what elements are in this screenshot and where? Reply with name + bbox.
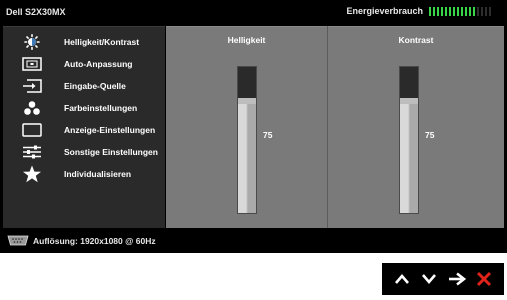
menu-item-brightness-contrast[interactable]: Helligkeit/Kontrast [3,31,165,53]
input-source-icon [21,78,43,94]
status-bar: Auflösung: 1920x1080 @ 60Hz [0,228,507,253]
slider-fill [238,103,256,213]
energy-meter-segment [433,6,435,16]
menu-item-display-settings[interactable]: Anzeige-Einstellungen [3,119,165,141]
contrast-title: Kontrast [398,35,434,45]
up-arrow-icon[interactable] [391,268,413,290]
osd-menu: Helligkeit/Kontrast Auto-Anpassung Einga… [3,26,165,228]
menu-item-other-settings[interactable]: Sonstige Einstellungen [3,141,165,163]
menu-label: Farbeinstellungen [64,103,138,113]
top-bar: Dell S2X30MX Energieverbrauch [0,0,507,26]
contrast-value: 75 [425,130,435,140]
menu-label: Individualisieren [64,169,132,179]
right-arrow-icon[interactable] [446,268,468,290]
other-settings-icon [21,144,43,160]
monitor-osd: Dell S2X30MX Energieverbrauch Helligkeit… [0,0,507,253]
menu-label: Anzeige-Einstellungen [64,125,156,135]
energy-meter-segment [449,6,451,16]
energy-meter-segment [457,6,459,16]
slider-fill [400,103,418,213]
menu-label: Helligkeit/Kontrast [64,37,140,47]
down-arrow-icon[interactable] [418,268,440,290]
menu-item-auto-adjust[interactable]: Auto-Anpassung [3,53,165,75]
contrast-slider[interactable] [399,66,419,214]
energy-meter-segment [445,6,447,16]
vga-connector-icon [7,235,29,247]
close-icon[interactable] [473,268,495,290]
menu-label: Sonstige Einstellungen [64,147,158,157]
brightness-icon [21,34,43,50]
brightness-slider[interactable] [237,66,257,214]
brightness-panel: Helligkeit 75 [166,26,327,228]
menu-item-input-source[interactable]: Eingabe-Quelle [3,75,165,97]
auto-adjust-icon [21,56,43,72]
energy-meter-segment [481,6,483,16]
energy-meter-segment [429,6,431,16]
display-settings-icon [21,122,43,138]
contrast-panel: Kontrast 75 [328,26,504,228]
energy-meter-segment [489,6,491,16]
brightness-value: 75 [263,130,273,140]
monitor-model: Dell S2X30MX [6,7,66,17]
menu-item-personalize[interactable]: Individualisieren [3,163,165,185]
energy-meter-segment [469,6,471,16]
menu-label: Auto-Anpassung [64,59,133,69]
resolution-status: Auflösung: 1920x1080 @ 60Hz [33,235,156,246]
star-icon [21,165,43,183]
energy-meter-segment [477,6,479,16]
osd-navigation-buttons [382,263,504,295]
energy-meter-segment [465,6,467,16]
energy-meter-segment [473,6,475,16]
menu-label: Eingabe-Quelle [64,81,126,91]
brightness-title: Helligkeit [227,35,266,45]
energy-meter-segment [485,6,487,16]
energy-label: Energieverbrauch [346,6,423,16]
energy-meter [429,6,493,16]
energy-meter-segment [437,6,439,16]
energy-meter-segment [461,6,463,16]
menu-item-color-settings[interactable]: Farbeinstellungen [3,97,165,119]
slider-empty [238,67,256,99]
slider-empty [400,67,418,99]
energy-meter-segment [453,6,455,16]
energy-consumption: Energieverbrauch [346,6,493,16]
energy-meter-segment [441,6,443,16]
color-settings-icon [21,100,43,116]
